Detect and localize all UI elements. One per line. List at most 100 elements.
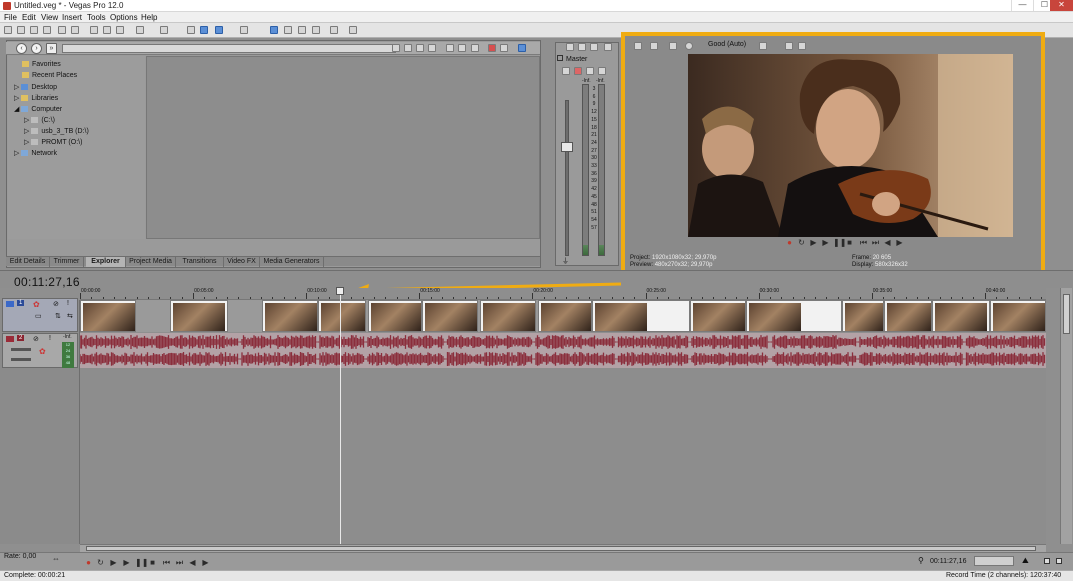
zoom-out-icon[interactable] — [1056, 558, 1062, 564]
video-clip[interactable] — [932, 300, 990, 332]
mute-track-icon[interactable]: ⊘ — [53, 300, 59, 308]
menu-file[interactable]: File — [4, 13, 17, 22]
cursor-marker-icon[interactable] — [336, 287, 344, 295]
audio-track[interactable] — [80, 333, 1046, 368]
video-clip[interactable] — [480, 300, 536, 332]
vertical-scroll-thumb[interactable] — [1063, 294, 1070, 334]
mute-icon[interactable] — [586, 67, 594, 75]
rate-slider-icon[interactable]: ⇔ — [52, 554, 60, 563]
minimize-button[interactable]: — — [1011, 0, 1033, 11]
save-icon[interactable] — [30, 26, 38, 34]
mixer-bottom-icon[interactable]: ⏚ — [562, 256, 570, 265]
motion-icon[interactable]: ⇅ — [55, 312, 61, 320]
stop-preview-icon[interactable] — [458, 44, 466, 52]
stop-icon[interactable]: ■ — [845, 238, 854, 247]
tree-item-recent-places[interactable]: Recent Places — [22, 72, 77, 79]
get-media-web-icon[interactable] — [488, 44, 496, 52]
save-as-icon[interactable] — [43, 26, 51, 34]
video-clip[interactable] — [746, 300, 842, 332]
solo-icon[interactable] — [598, 67, 606, 75]
menu-edit[interactable]: Edit — [22, 13, 36, 22]
cut-icon[interactable] — [90, 26, 98, 34]
start-preview-icon[interactable] — [446, 44, 454, 52]
selection-length-field[interactable] — [974, 556, 1014, 566]
explorer-file-list[interactable] — [146, 56, 540, 239]
ignore-grouping-icon[interactable] — [270, 26, 278, 34]
menu-help[interactable]: Help — [141, 13, 157, 22]
crossfade-icon[interactable] — [284, 26, 292, 34]
video-track-header[interactable]: 1 ✿ ⊘ ! ▭ ⇅ ⇆ — [2, 298, 78, 332]
tab-trimmer[interactable]: Trimmer — [50, 257, 84, 267]
video-track[interactable] — [80, 300, 1046, 332]
external-monitor-icon[interactable] — [650, 42, 658, 50]
back-icon[interactable]: ‹ — [16, 43, 27, 54]
tab-project-media[interactable]: Project Media — [126, 257, 176, 267]
preview-fx-icon[interactable] — [669, 42, 677, 50]
timeline-vertical-scrollbar[interactable] — [1060, 288, 1072, 544]
play-from-start-icon[interactable]: ▶ — [109, 558, 118, 567]
record-icon[interactable]: ● — [785, 238, 794, 247]
master-fader-knob[interactable] — [561, 142, 573, 152]
views-icon[interactable] — [518, 44, 526, 52]
close-button[interactable]: ✕ — [1050, 0, 1073, 11]
tree-item-network[interactable]: ▷ Network — [14, 149, 57, 157]
play-icon[interactable]: ▶ — [122, 558, 131, 567]
render-icon[interactable] — [58, 26, 66, 34]
delete-icon[interactable] — [416, 44, 424, 52]
track-fx-icon[interactable]: ✿ — [33, 300, 40, 309]
menu-view[interactable]: View — [41, 13, 58, 22]
record-arm-icon[interactable] — [574, 67, 582, 75]
whats-this-icon[interactable] — [349, 26, 357, 34]
forward-icon[interactable]: › — [31, 43, 42, 54]
video-clip[interactable] — [538, 300, 592, 332]
track-fx-icon[interactable]: ✿ — [39, 347, 46, 356]
video-clip[interactable] — [170, 300, 228, 332]
previous-frame-icon[interactable]: ◀ — [188, 558, 197, 567]
volume-slider[interactable] — [11, 348, 31, 351]
copy-snapshot-icon[interactable] — [785, 42, 793, 50]
mute-track-icon[interactable]: ⊘ — [33, 335, 39, 343]
go-to-start-icon[interactable]: ⏮ — [162, 558, 171, 567]
tree-item-favorites[interactable]: Favorites — [22, 61, 61, 68]
mixer-dim-icon[interactable] — [604, 43, 612, 51]
tree-item-desktop[interactable]: ▷ Desktop — [14, 83, 57, 91]
preview-quality-dropdown[interactable]: Good (Auto) — [708, 41, 746, 48]
tree-item-drive-d[interactable]: ▷ usb_3_TB (D:\) — [24, 127, 89, 135]
tree-item-libraries[interactable]: ▷ Libraries — [14, 94, 58, 102]
tree-item-drive-o[interactable]: ▷ PROMT (O:\) — [24, 138, 82, 146]
online-help-icon[interactable] — [330, 26, 338, 34]
loop-playback-icon[interactable]: ↻ — [96, 558, 105, 567]
video-clip[interactable] — [368, 300, 422, 332]
tab-video-fx[interactable]: Video FX — [224, 257, 260, 267]
explorer-address-field[interactable] — [62, 44, 396, 53]
normal-edit-tool-icon[interactable] — [187, 26, 195, 34]
save-snapshot-icon[interactable] — [798, 42, 806, 50]
auto-preview-icon[interactable] — [471, 44, 479, 52]
video-clip[interactable] — [80, 300, 136, 332]
next-frame-icon[interactable]: ▶ — [895, 238, 904, 247]
menu-insert[interactable]: Insert — [62, 13, 82, 22]
previous-frame-icon[interactable]: ◀ — [883, 238, 892, 247]
undo-icon[interactable] — [136, 26, 144, 34]
solo-track-icon[interactable]: ! — [67, 300, 69, 307]
pause-icon[interactable]: ❚❚ — [833, 238, 846, 247]
zoom-in-icon[interactable] — [1044, 558, 1050, 564]
loop-icon[interactable]: ↻ — [797, 238, 806, 247]
refresh-icon[interactable] — [404, 44, 412, 52]
pan-slider[interactable] — [11, 358, 31, 361]
video-clip[interactable] — [690, 300, 746, 332]
horizontal-scroll-thumb[interactable] — [86, 546, 1036, 551]
video-clip[interactable] — [592, 300, 690, 332]
mixer-insert-icon[interactable] — [566, 43, 574, 51]
tree-item-drive-c[interactable]: ▷ (C:\) — [24, 116, 55, 124]
timeline-cursor[interactable] — [340, 288, 341, 544]
video-clip[interactable] — [884, 300, 932, 332]
marker-icon[interactable] — [298, 26, 306, 34]
menu-options[interactable]: Options — [110, 13, 138, 22]
next-frame-icon[interactable]: ▶ — [201, 558, 210, 567]
split-screen-icon[interactable] — [685, 42, 693, 50]
snapping-icon[interactable] — [200, 26, 208, 34]
new-project-icon[interactable] — [4, 26, 12, 34]
play-from-start-icon[interactable]: ▶ — [809, 238, 818, 247]
add-favorites-icon[interactable] — [428, 44, 436, 52]
